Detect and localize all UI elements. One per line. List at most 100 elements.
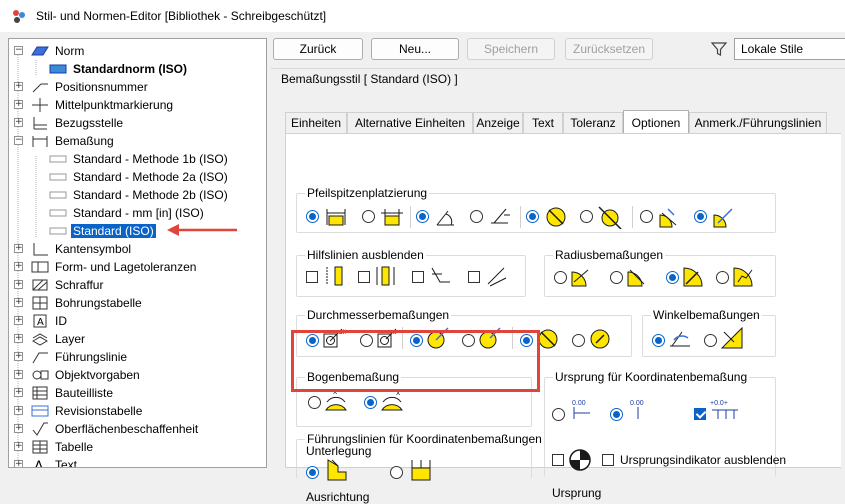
tree-item[interactable]: Standard - Methode 2a (ISO) (49, 168, 230, 186)
ordinate-origin-2-radio[interactable] (610, 408, 623, 421)
expand-icon[interactable]: + (14, 262, 23, 271)
arc-length-style-1-radio[interactable] (308, 396, 321, 409)
arrowhead-radius-inside-radio[interactable] (526, 210, 539, 223)
tree-item[interactable]: Tabelle (31, 438, 95, 456)
tree-item[interactable]: Layer (31, 330, 87, 348)
expand-icon[interactable]: + (14, 244, 23, 253)
circle-outside-icon (598, 206, 622, 229)
tree-item[interactable]: Bohrungstabelle (31, 294, 144, 312)
expand-icon[interactable]: + (14, 370, 23, 379)
arrowhead-leader-radio-2[interactable] (694, 210, 707, 223)
tree-item[interactable]: Objektvorgaben (31, 366, 142, 384)
expand-icon[interactable]: + (14, 388, 23, 397)
new-button[interactable]: Neu... (371, 38, 459, 60)
expand-icon[interactable]: + (14, 442, 23, 451)
tree-item[interactable]: Positionsnummer (31, 78, 150, 96)
tree-item[interactable]: Bezugsstelle (31, 114, 125, 132)
tab-anmerk-führungslinien[interactable]: Anmerk./Führungslinien (689, 112, 827, 133)
diameter-style-1-radio[interactable] (306, 334, 319, 347)
tree-item[interactable]: Führungslinie (31, 348, 129, 366)
radius-style-1-radio[interactable] (554, 271, 567, 284)
ordinate-origin-3-check[interactable] (694, 408, 706, 420)
expand-icon[interactable]: + (14, 316, 23, 325)
tree-item[interactable]: A Text (31, 456, 79, 467)
tab-text[interactable]: Text (523, 112, 563, 133)
hide-ext-2-check[interactable] (358, 271, 370, 283)
tree-item-label: Bauteilliste (55, 386, 114, 400)
angular-style-2-radio[interactable] (704, 334, 717, 347)
hide-ext-4-check[interactable] (468, 271, 480, 283)
tab-toleranz[interactable]: Toleranz (563, 112, 623, 133)
arrowhead-angle-inside-radio[interactable] (416, 210, 429, 223)
tree-item[interactable]: Standardnorm (ISO) (49, 60, 189, 78)
arc-length-style-2-radio[interactable] (364, 396, 377, 409)
hide-ext-3-check[interactable] (412, 271, 424, 283)
tree-item[interactable]: Bauteilliste (31, 384, 115, 402)
filter-icon[interactable] (711, 41, 727, 57)
diameter-style-5-radio[interactable] (520, 334, 533, 347)
expand-icon[interactable]: + (14, 280, 23, 289)
svg-text:A: A (37, 317, 44, 328)
underlay-style-2-icon (411, 460, 431, 481)
diameter-style-4-radio[interactable] (462, 334, 475, 347)
expand-icon[interactable]: + (14, 334, 23, 343)
expand-icon[interactable]: + (14, 424, 23, 433)
save-button[interactable]: Speichern (467, 38, 555, 60)
tab-alternative-einheiten[interactable]: Alternative Einheiten (347, 112, 473, 133)
back-button[interactable]: Zurück (273, 38, 363, 60)
scrollbar[interactable] (841, 133, 845, 468)
tree-item[interactable]: Schraffur (31, 276, 105, 294)
tree-item[interactable]: Standard - mm [in] (ISO) (49, 204, 206, 222)
angular-style-1-radio[interactable] (652, 334, 665, 347)
arrowhead-outside-radio[interactable] (362, 210, 375, 223)
tree-item[interactable]: Standard - Methode 2b (ISO) (49, 186, 230, 204)
expand-icon[interactable]: + (14, 82, 23, 91)
object-defaults-icon (31, 368, 49, 382)
expand-icon[interactable]: + (14, 298, 23, 307)
ordinate-origin-1-radio[interactable] (552, 408, 565, 421)
hide-origin-indicator-check[interactable] (602, 454, 614, 466)
text-icon: A (31, 458, 49, 467)
arrowhead-angle-outside-radio[interactable] (470, 210, 483, 223)
expand-icon[interactable]: + (14, 406, 23, 415)
radius-title: Radiusbemaßungen (553, 248, 666, 262)
expand-icon[interactable]: + (14, 100, 23, 109)
tree-item[interactable]: Standard - Methode 1b (ISO) (49, 150, 230, 168)
arrowhead-leader-radio-1[interactable] (640, 210, 653, 223)
arrowhead-inside-radio[interactable] (306, 210, 319, 223)
expand-icon[interactable]: + (14, 118, 23, 127)
diameter-style-2-radio[interactable] (360, 334, 373, 347)
radius-style-3-radio[interactable] (666, 271, 679, 284)
arrowhead-radius-outside-radio[interactable] (580, 210, 593, 223)
table-icon (31, 440, 49, 454)
tab-einheiten[interactable]: Einheiten (285, 112, 347, 133)
tree-item[interactable]: Norm (31, 42, 86, 60)
tree-item[interactable]: Kantensymbol (31, 240, 133, 258)
diameter-style-3-radio[interactable] (410, 334, 423, 347)
tree-item[interactable]: Standard (ISO) (49, 222, 156, 240)
hide-ext-1-check[interactable] (306, 271, 318, 283)
expand-icon[interactable]: + (14, 352, 23, 361)
style-filter-select[interactable]: Lokale Stile (734, 38, 845, 60)
style-tree[interactable]: Norm − Standardnorm (ISO) Positionsnummer + M… (8, 38, 267, 468)
reset-button[interactable]: Zurücksetzen (565, 38, 653, 60)
tree-item[interactable]: Bemaßung (31, 132, 116, 150)
tree-item[interactable]: A ID (31, 312, 69, 330)
tree-item-label: Norm (55, 44, 85, 58)
origin-indicator-check[interactable] (552, 454, 564, 466)
tab-anzeige[interactable]: Anzeige (473, 112, 523, 133)
radius-style-2-radio[interactable] (610, 271, 623, 284)
tree-item-label: Standard - Methode 2a (ISO) (73, 170, 228, 184)
center-mark-icon (31, 98, 49, 112)
radius-style-4-radio[interactable] (716, 271, 729, 284)
collapse-icon[interactable]: − (14, 46, 23, 55)
diameter-style-6-radio[interactable] (572, 334, 585, 347)
tree-item[interactable]: Oberflächenbeschaffenheit (31, 420, 200, 438)
tree-item-label: Standard (ISO) (71, 224, 156, 238)
tree-item[interactable]: Revisionstabelle (31, 402, 144, 420)
tab-optionen[interactable]: Optionen (623, 110, 689, 134)
tree-item[interactable]: Mittelpunktmarkierung (31, 96, 175, 114)
expand-icon[interactable]: + (14, 460, 23, 467)
tree-item[interactable]: Form- und Lagetoleranzen (31, 258, 198, 276)
collapse-icon[interactable]: − (14, 136, 23, 145)
